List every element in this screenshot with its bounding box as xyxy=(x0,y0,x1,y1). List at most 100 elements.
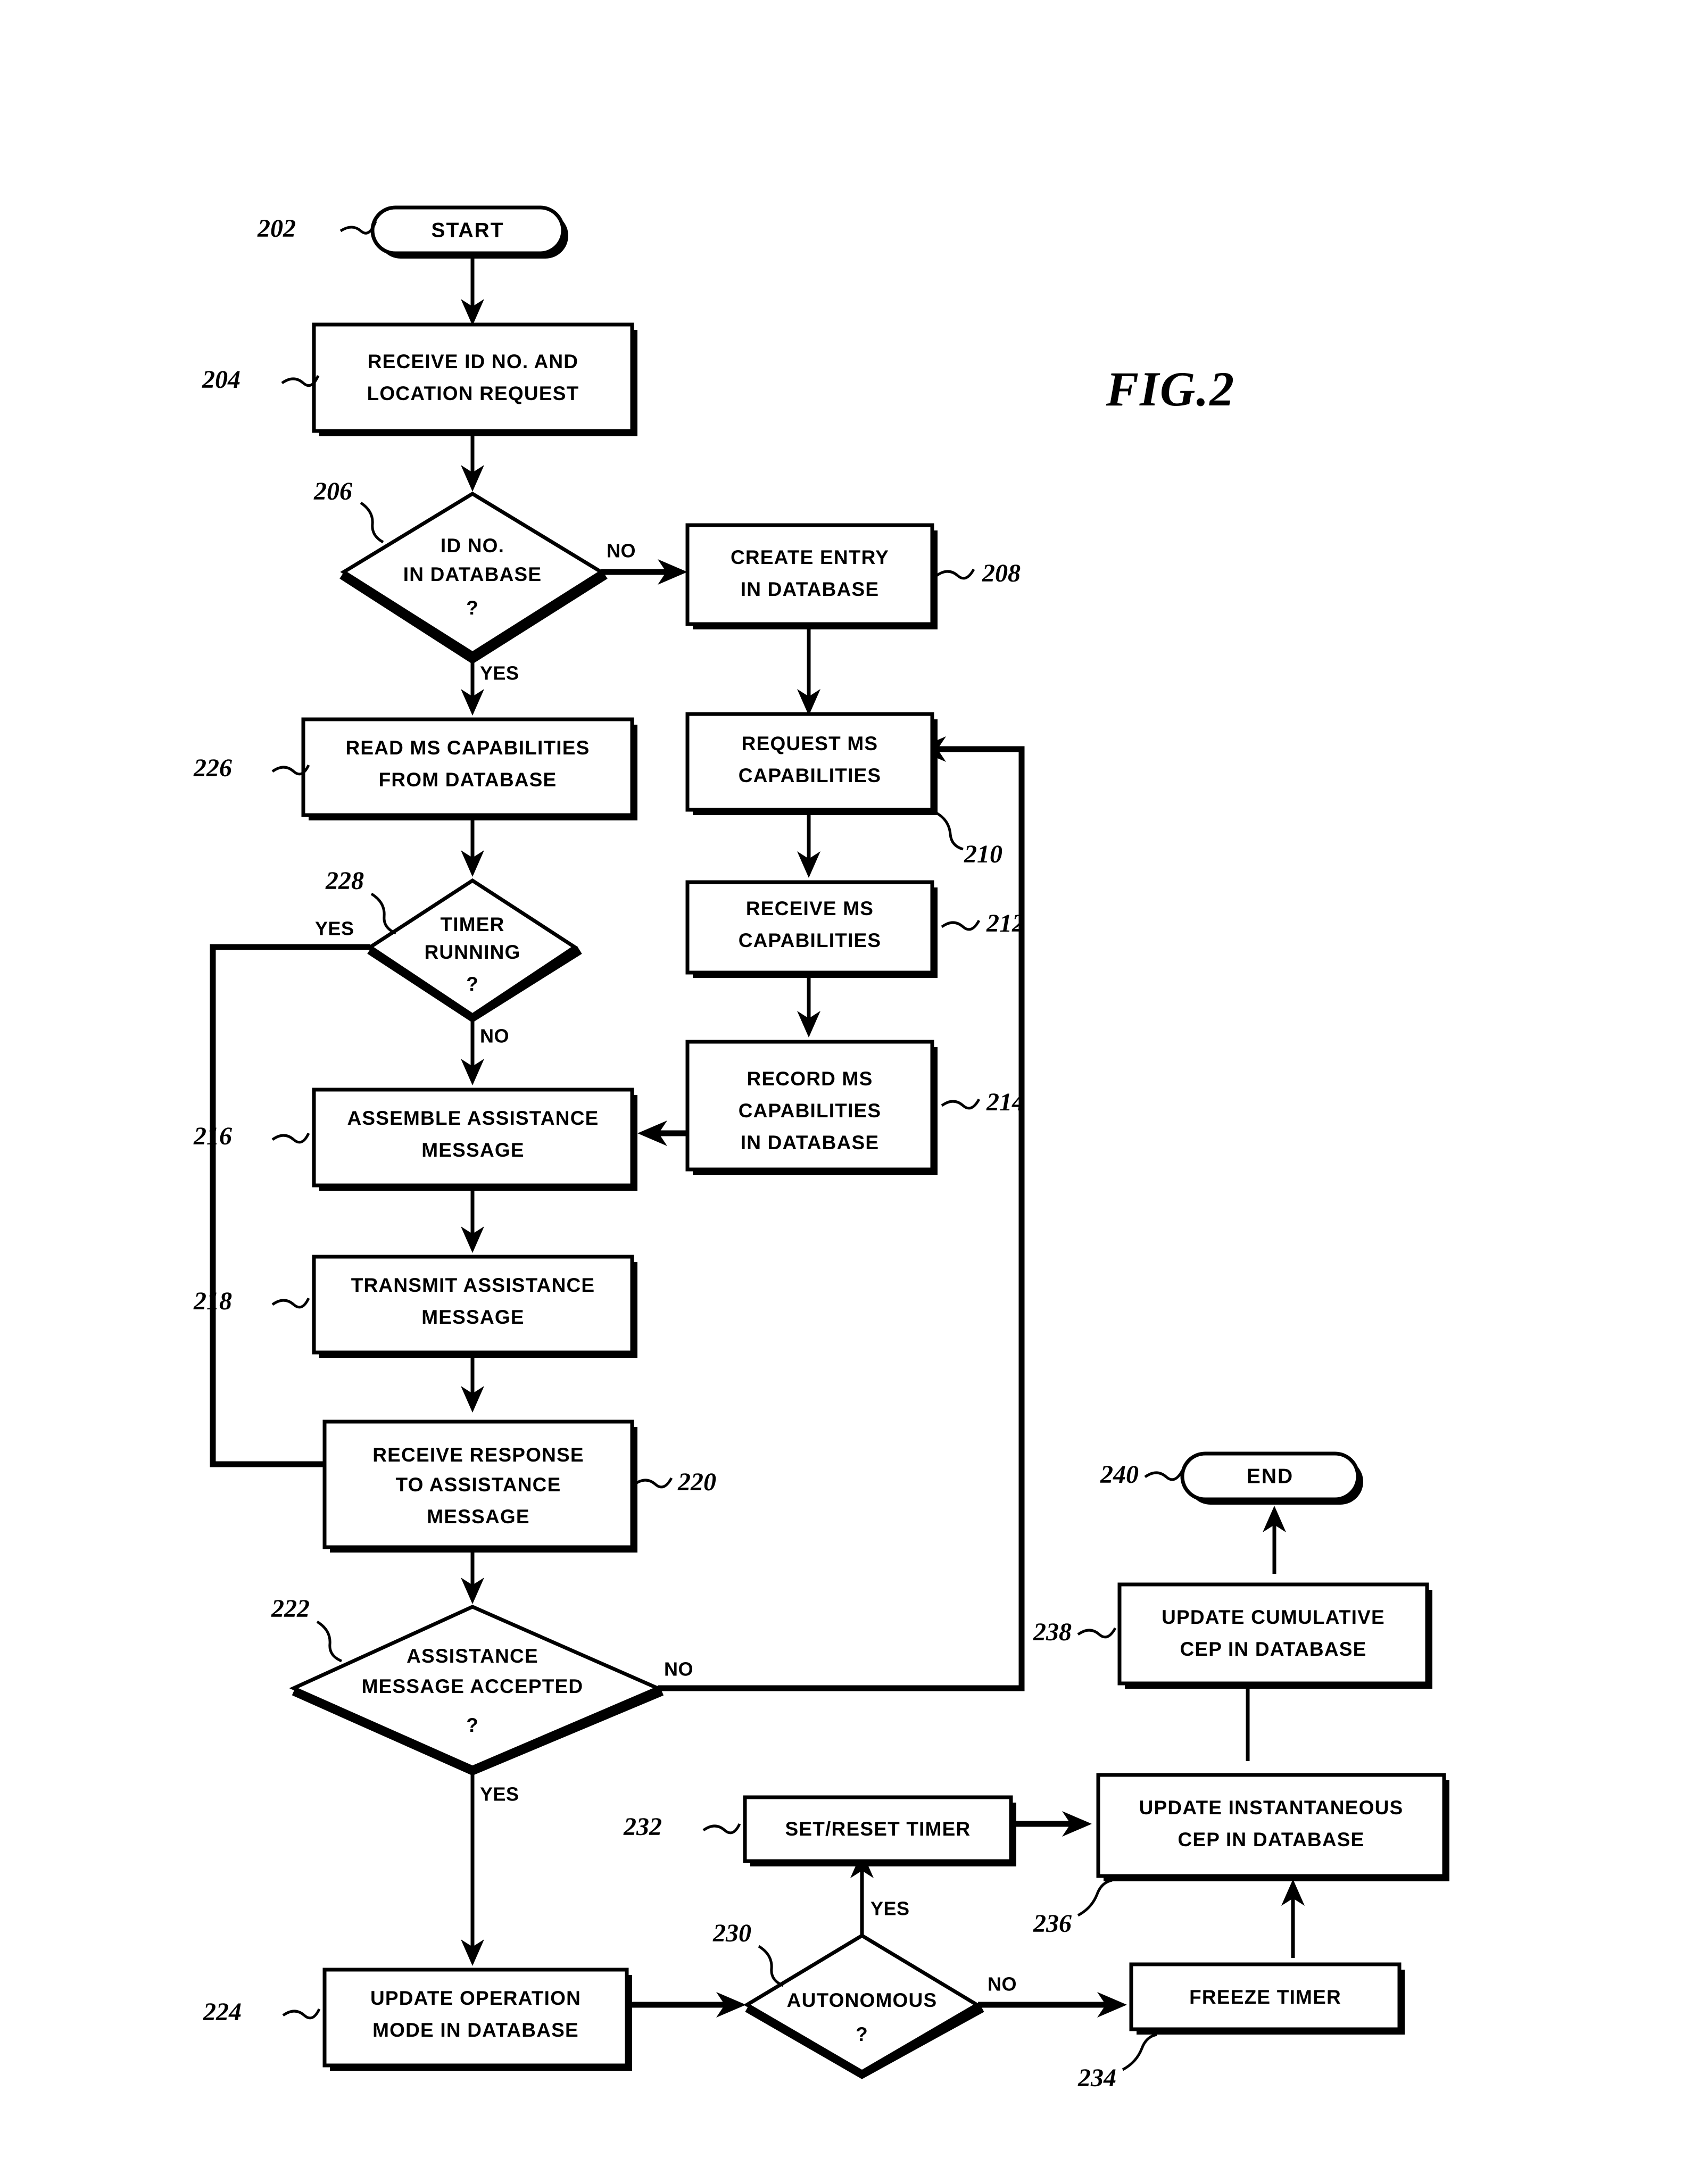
assemble-msg-line-2: MESSAGE xyxy=(421,1139,524,1161)
ref-num-224: 224 xyxy=(203,1998,242,2026)
ref-num-228: 228 xyxy=(325,867,364,895)
leader-212 xyxy=(941,919,981,931)
ref-num-230: 230 xyxy=(712,1919,751,1947)
leader-240 xyxy=(1144,1470,1184,1481)
leader-224 xyxy=(282,2008,321,2020)
ref-num-210: 210 xyxy=(964,840,1002,868)
autonomous-line-2: ? xyxy=(856,2023,868,2045)
node-assemble-msg: ASSEMBLE ASSISTANCE MESSAGE xyxy=(312,1088,637,1191)
ref-num-238: 238 xyxy=(1033,1618,1072,1646)
end-label: END xyxy=(1247,1465,1294,1488)
leader-232 xyxy=(702,1823,741,1835)
ref-num-226: 226 xyxy=(193,754,232,782)
update-op-mode-shape xyxy=(322,1968,629,2068)
receive-id-line-1: RECEIVE ID NO. AND xyxy=(368,351,578,372)
node-timer-running: TIMER RUNNING ? YES NO xyxy=(315,878,582,1047)
edge-228-220 xyxy=(210,944,370,1467)
node-autonomous: AUTONOMOUS ? YES NO xyxy=(743,1898,1017,2079)
transmit-msg-line-1: TRANSMIT ASSISTANCE xyxy=(351,1274,595,1296)
update-cum-cep-line-1: UPDATE CUMULATIVE xyxy=(1162,1606,1385,1628)
leader-210 xyxy=(935,811,964,851)
request-caps-line-1: REQUEST MS xyxy=(742,733,878,754)
node-update-op-mode: UPDATE OPERATION MODE IN DATABASE xyxy=(322,1968,632,2071)
node-msg-accepted: ASSISTANCE MESSAGE ACCEPTED ? NO YES xyxy=(289,1605,693,1805)
leader-202 xyxy=(339,221,377,235)
receive-response-line-2: TO ASSISTANCE xyxy=(396,1474,561,1496)
timer-running-line-1: TIMER xyxy=(440,914,504,935)
leader-208 xyxy=(935,568,975,580)
node-receive-id: RECEIVE ID NO. AND LOCATION REQUEST xyxy=(312,322,637,436)
read-caps-line-2: FROM DATABASE xyxy=(379,769,557,791)
record-caps-line-1: RECORD MS xyxy=(747,1068,873,1090)
create-entry-shape xyxy=(685,523,934,626)
ref-num-214: 214 xyxy=(986,1088,1025,1116)
node-read-caps: READ MS CAPABILITIES FROM DATABASE xyxy=(301,717,637,820)
record-caps-line-2: CAPABILITIES xyxy=(739,1100,882,1122)
record-caps-line-3: IN DATABASE xyxy=(741,1132,880,1153)
ref-num-202: 202 xyxy=(257,214,296,243)
ref-num-240: 240 xyxy=(1100,1460,1139,1489)
branch-label-206-yes: YES xyxy=(480,662,519,684)
update-inst-cep-line-2: CEP IN DATABASE xyxy=(1178,1829,1364,1850)
update-cum-cep-shape xyxy=(1117,1582,1429,1686)
transmit-msg-shape xyxy=(312,1255,634,1355)
branch-label-222-no: NO xyxy=(664,1658,693,1680)
receive-response-line-3: MESSAGE xyxy=(427,1506,529,1528)
freeze-timer-line-1: FREEZE TIMER xyxy=(1189,1986,1341,2008)
ref-num-218: 218 xyxy=(193,1287,232,1315)
id-in-db-line-2: IN DATABASE xyxy=(403,563,542,585)
id-in-db-line-3: ? xyxy=(466,597,479,619)
leader-206 xyxy=(360,501,384,544)
branch-label-206-no: NO xyxy=(607,540,636,562)
leader-230 xyxy=(758,1945,784,1987)
ref-num-208: 208 xyxy=(982,559,1021,587)
msg-accepted-line-3: ? xyxy=(466,1714,479,1736)
leader-220 xyxy=(633,1477,673,1489)
branch-label-230-no: NO xyxy=(988,1973,1017,1995)
node-request-caps: REQUEST MS CAPABILITIES xyxy=(685,712,938,815)
receive-caps-line-1: RECEIVE MS xyxy=(746,898,874,919)
create-entry-line-1: CREATE ENTRY xyxy=(731,546,889,568)
request-caps-line-2: CAPABILITIES xyxy=(739,765,882,786)
ref-num-220: 220 xyxy=(677,1468,716,1496)
leader-228 xyxy=(370,892,397,935)
leader-214 xyxy=(941,1098,981,1110)
set-reset-timer-line-1: SET/RESET TIMER xyxy=(785,1818,971,1840)
leader-218 xyxy=(271,1297,310,1309)
transmit-msg-line-2: MESSAGE xyxy=(421,1306,524,1328)
read-caps-shape xyxy=(301,717,634,817)
node-record-caps: RECORD MS CAPABILITIES IN DATABASE xyxy=(685,1040,938,1175)
update-op-mode-line-1: UPDATE OPERATION xyxy=(370,1987,581,2009)
branch-label-230-yes: YES xyxy=(870,1898,910,1920)
assemble-msg-shape xyxy=(312,1088,634,1188)
figure-title: FIG.2 xyxy=(1106,362,1236,416)
msg-accepted-line-1: ASSISTANCE xyxy=(407,1645,538,1667)
ref-num-234: 234 xyxy=(1077,2064,1116,2092)
flowchart-canvas: START RECEIVE ID NO. AND LOCATION REQUES… xyxy=(193,205,1449,2092)
branch-label-228-no: NO xyxy=(480,1025,509,1047)
start-label: START xyxy=(431,219,504,242)
msg-accepted-line-2: MESSAGE ACCEPTED xyxy=(362,1675,584,1697)
ref-num-232: 232 xyxy=(623,1813,662,1841)
node-set-reset-timer: SET/RESET TIMER xyxy=(743,1795,1016,1866)
request-caps-shape xyxy=(685,712,934,812)
receive-id-line-2: LOCATION REQUEST xyxy=(367,383,579,404)
node-receive-caps: RECEIVE MS CAPABILITIES xyxy=(685,880,938,978)
branch-label-222-yes: YES xyxy=(480,1783,519,1805)
node-end: END xyxy=(1180,1451,1363,1505)
receive-caps-line-2: CAPABILITIES xyxy=(739,929,882,951)
node-receive-response: RECEIVE RESPONSE TO ASSISTANCE MESSAGE xyxy=(322,1420,637,1553)
node-id-in-db: ID NO. IN DATABASE ? NO YES xyxy=(339,491,636,684)
ref-num-216: 216 xyxy=(193,1122,232,1150)
leader-234 xyxy=(1122,2033,1157,2071)
update-cum-cep-line-2: CEP IN DATABASE xyxy=(1180,1638,1366,1660)
ref-num-206: 206 xyxy=(313,477,352,505)
leader-222 xyxy=(316,1620,343,1663)
ref-num-212: 212 xyxy=(986,909,1025,937)
receive-id-shape xyxy=(312,322,634,433)
id-in-db-line-1: ID NO. xyxy=(441,535,504,557)
leader-236 xyxy=(1077,1879,1113,1917)
branch-label-228-yes: YES xyxy=(315,918,354,940)
node-update-inst-cep: UPDATE INSTANTANEOUS CEP IN DATABASE xyxy=(1096,1773,1449,1881)
receive-response-line-1: RECEIVE RESPONSE xyxy=(372,1444,584,1466)
